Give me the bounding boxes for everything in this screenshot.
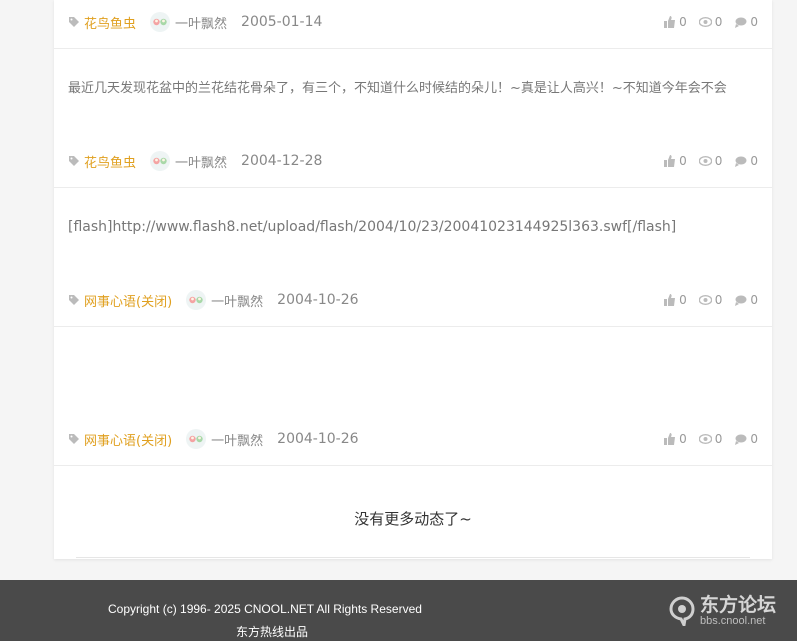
view-count: 0 xyxy=(714,154,723,168)
post-tag-link[interactable]: 网事心语(关闭) xyxy=(84,430,172,449)
post-content: 最近几天发现花盆中的兰花结花骨朵了，有三个，不知道什么时候结的朵儿！~真是让人高… xyxy=(68,81,727,96)
comment-count: 0 xyxy=(750,15,758,29)
cnool-logo-icon xyxy=(669,596,695,626)
feed-post: [flash]http://www.flash8.net/upload/flas… xyxy=(54,188,772,327)
site-logo[interactable]: 东方论坛 bbs.cnool.net xyxy=(668,588,784,634)
thumbs-up-icon xyxy=(664,16,676,28)
tag-icon xyxy=(69,295,79,305)
views: 0 xyxy=(698,154,723,168)
post-stats: 0 0 0 xyxy=(652,432,758,446)
logo-name: 东方论坛 xyxy=(700,593,777,616)
no-more-message: 没有更多动态了~ xyxy=(354,510,472,528)
feed-post: 花鸟鱼虫 一叶飘然 2005-01-14 0 0 0 xyxy=(54,0,772,49)
like-count: 0 xyxy=(679,15,687,29)
comment-button[interactable]: 0 xyxy=(734,15,758,29)
eye-icon xyxy=(698,17,712,27)
logo-domain: bbs.cnool.net xyxy=(700,614,766,627)
author-name[interactable]: 一叶飘然 xyxy=(211,291,263,310)
view-count: 0 xyxy=(714,293,723,307)
comment-count: 0 xyxy=(750,432,758,446)
avatar[interactable] xyxy=(150,151,171,171)
post-date: 2004-10-26 xyxy=(277,292,359,308)
thumbs-up-icon xyxy=(664,433,676,445)
post-stats: 0 0 0 xyxy=(652,154,758,168)
post-stats: 0 0 0 xyxy=(652,293,758,307)
author-name[interactable]: 一叶飘然 xyxy=(211,430,263,449)
author-name[interactable]: 一叶飘然 xyxy=(175,152,227,171)
view-count: 0 xyxy=(714,432,723,446)
divider xyxy=(76,557,750,558)
comment-icon xyxy=(735,295,747,306)
comment-count: 0 xyxy=(750,293,758,307)
produced-by-text: 东方热线出品 xyxy=(236,625,309,639)
avatar[interactable] xyxy=(186,429,207,449)
logo-text: 东方论坛 bbs.cnool.net xyxy=(700,595,776,628)
views: 0 xyxy=(698,293,723,307)
like-button[interactable]: 0 xyxy=(664,15,687,29)
view-count: 0 xyxy=(714,15,723,29)
post-meta: 花鸟鱼虫 一叶飘然 2004-12-28 0 0 0 xyxy=(68,149,758,173)
feed-card: 花鸟鱼虫 一叶飘然 2005-01-14 0 0 0 最近几天发现花盆中的兰花结… xyxy=(54,0,772,559)
like-button[interactable]: 0 xyxy=(664,154,687,168)
eye-icon xyxy=(698,295,712,305)
thumbs-up-icon xyxy=(664,155,676,167)
comment-count: 0 xyxy=(750,154,758,168)
copyright-text: Copyright (c) 1996- 2025 CNOOL.NET All R… xyxy=(108,602,422,616)
comment-button[interactable]: 0 xyxy=(734,432,758,446)
post-stats: 0 0 0 xyxy=(652,15,758,29)
post-content: [flash]http://www.flash8.net/upload/flas… xyxy=(68,219,677,235)
like-button[interactable]: 0 xyxy=(664,432,687,446)
thumbs-up-icon xyxy=(664,294,676,306)
eye-icon xyxy=(698,156,712,166)
comment-icon xyxy=(735,156,747,167)
feed-post: 最近几天发现花盆中的兰花结花骨朵了，有三个，不知道什么时候结的朵儿！~真是让人高… xyxy=(54,49,772,188)
post-meta: 网事心语(关闭) 一叶飘然 2004-10-26 0 0 0 xyxy=(68,288,758,312)
tag-icon xyxy=(69,434,79,444)
post-tag-link[interactable]: 网事心语(关闭) xyxy=(84,291,172,310)
views: 0 xyxy=(698,432,723,446)
post-date: 2004-12-28 xyxy=(241,153,323,169)
feed-post: 网事心语(关闭) 一叶飘然 2004-10-26 0 0 0 xyxy=(54,327,772,466)
views: 0 xyxy=(698,15,723,29)
comment-button[interactable]: 0 xyxy=(734,154,758,168)
post-date: 2005-01-14 xyxy=(241,14,323,30)
post-date: 2004-10-26 xyxy=(277,431,359,447)
post-meta: 花鸟鱼虫 一叶飘然 2005-01-14 0 0 0 xyxy=(68,10,758,34)
tag-icon xyxy=(69,156,79,166)
comment-button[interactable]: 0 xyxy=(734,293,758,307)
eye-icon xyxy=(698,434,712,444)
comment-icon xyxy=(735,434,747,445)
post-tag-link[interactable]: 花鸟鱼虫 xyxy=(84,152,136,171)
post-meta: 网事心语(关闭) 一叶飘然 2004-10-26 0 0 0 xyxy=(68,427,758,451)
avatar[interactable] xyxy=(186,290,207,310)
post-tag-link[interactable]: 花鸟鱼虫 xyxy=(84,13,136,32)
like-count: 0 xyxy=(679,293,687,307)
author-name[interactable]: 一叶飘然 xyxy=(175,13,227,32)
like-count: 0 xyxy=(679,154,687,168)
site-footer: Copyright (c) 1996- 2025 CNOOL.NET All R… xyxy=(0,580,797,641)
like-count: 0 xyxy=(679,432,687,446)
comment-icon xyxy=(735,17,747,28)
tag-icon xyxy=(69,17,79,27)
like-button[interactable]: 0 xyxy=(664,293,687,307)
avatar[interactable] xyxy=(150,12,171,32)
